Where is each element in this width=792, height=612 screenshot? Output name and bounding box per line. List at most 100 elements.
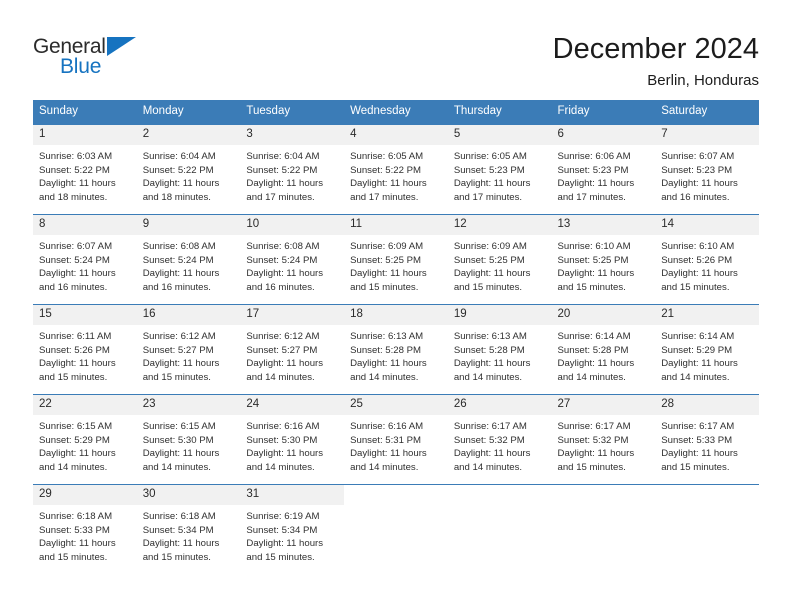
daylight-text-line1: Daylight: 11 hours bbox=[557, 268, 635, 280]
day-cell[interactable]: 20 Sunrise: 6:14 AM Sunset: 5:28 PM Dayl… bbox=[551, 304, 656, 395]
day-cell[interactable]: 24 Sunrise: 6:16 AM Sunset: 5:30 PM Dayl… bbox=[240, 394, 345, 485]
day-details: Sunrise: 6:16 AM Sunset: 5:30 PM Dayligh… bbox=[240, 415, 344, 474]
sunrise-text: Sunrise: 6:18 AM bbox=[39, 511, 113, 522]
day-cell[interactable]: 16 Sunrise: 6:12 AM Sunset: 5:27 PM Dayl… bbox=[136, 304, 241, 395]
day-details: Sunrise: 6:15 AM Sunset: 5:30 PM Dayligh… bbox=[137, 415, 241, 474]
day-cell[interactable]: 26 Sunrise: 6:17 AM Sunset: 5:32 PM Dayl… bbox=[447, 394, 552, 485]
sunset-text: Sunset: 5:25 PM bbox=[453, 254, 525, 266]
sunset-text: Sunset: 5:23 PM bbox=[557, 164, 629, 176]
daylight-text-line2: and 14 minutes. bbox=[661, 371, 730, 383]
day-cell[interactable]: 19 Sunrise: 6:13 AM Sunset: 5:28 PM Dayl… bbox=[447, 304, 552, 395]
day-details: Sunrise: 6:11 AM Sunset: 5:26 PM Dayligh… bbox=[33, 325, 137, 384]
day-cell[interactable]: 2 Sunrise: 6:04 AM Sunset: 5:22 PM Dayli… bbox=[136, 124, 241, 215]
sunrise-text: Sunrise: 6:07 AM bbox=[39, 241, 113, 252]
generalblue-logo[interactable]: General Blue bbox=[33, 30, 153, 86]
sunrise-text: Sunrise: 6:08 AM bbox=[142, 241, 216, 252]
weekday-header-saturday: Saturday bbox=[655, 100, 759, 125]
sunset-text: Sunset: 5:32 PM bbox=[453, 434, 525, 446]
day-details: Sunrise: 6:06 AM Sunset: 5:23 PM Dayligh… bbox=[552, 145, 656, 204]
daylight-text-line1: Daylight: 11 hours bbox=[246, 358, 324, 370]
day-cell[interactable]: 5 Sunrise: 6:05 AM Sunset: 5:23 PM Dayli… bbox=[447, 124, 552, 215]
sunrise-text: Sunrise: 6:14 AM bbox=[661, 331, 735, 342]
day-cell[interactable]: 6 Sunrise: 6:06 AM Sunset: 5:23 PM Dayli… bbox=[551, 124, 656, 215]
day-cell[interactable]: 4 Sunrise: 6:05 AM Sunset: 5:22 PM Dayli… bbox=[344, 124, 448, 215]
sunset-text: Sunset: 5:28 PM bbox=[453, 344, 525, 356]
sunrise-text: Sunrise: 6:16 AM bbox=[350, 421, 424, 432]
day-cell[interactable]: 21 Sunrise: 6:14 AM Sunset: 5:29 PM Dayl… bbox=[655, 304, 759, 395]
daylight-text-line2: and 15 minutes. bbox=[557, 461, 626, 473]
day-cell[interactable]: 18 Sunrise: 6:13 AM Sunset: 5:28 PM Dayl… bbox=[344, 304, 448, 395]
day-cell[interactable]: 8 Sunrise: 6:07 AM Sunset: 5:24 PM Dayli… bbox=[33, 214, 137, 305]
day-cell[interactable]: 9 Sunrise: 6:08 AM Sunset: 5:24 PM Dayli… bbox=[136, 214, 241, 305]
daylight-text-line2: and 15 minutes. bbox=[39, 551, 108, 563]
day-cell[interactable]: 22 Sunrise: 6:15 AM Sunset: 5:29 PM Dayl… bbox=[33, 394, 137, 485]
sunrise-text: Sunrise: 6:03 AM bbox=[39, 151, 113, 162]
sunrise-sunset-calendar: Sunday Monday Tuesday Wednesday Thursday… bbox=[33, 100, 759, 574]
sunset-text: Sunset: 5:27 PM bbox=[142, 344, 214, 356]
day-number: 5 bbox=[447, 125, 552, 145]
sunset-text: Sunset: 5:30 PM bbox=[142, 434, 214, 446]
day-details: Sunrise: 6:08 AM Sunset: 5:24 PM Dayligh… bbox=[137, 235, 241, 294]
day-number: 17 bbox=[240, 305, 345, 325]
day-cell[interactable]: 25 Sunrise: 6:16 AM Sunset: 5:31 PM Dayl… bbox=[344, 394, 448, 485]
weekday-header-tuesday: Tuesday bbox=[240, 100, 345, 125]
day-cell[interactable]: 7 Sunrise: 6:07 AM Sunset: 5:23 PM Dayli… bbox=[655, 124, 759, 215]
sunrise-text: Sunrise: 6:15 AM bbox=[39, 421, 113, 432]
day-details: Sunrise: 6:07 AM Sunset: 5:23 PM Dayligh… bbox=[655, 145, 759, 204]
day-details: Sunrise: 6:17 AM Sunset: 5:33 PM Dayligh… bbox=[655, 415, 759, 474]
day-cell[interactable]: 17 Sunrise: 6:12 AM Sunset: 5:27 PM Dayl… bbox=[240, 304, 345, 395]
day-cell[interactable]: 31 Sunrise: 6:19 AM Sunset: 5:34 PM Dayl… bbox=[240, 484, 345, 574]
day-number: 26 bbox=[447, 395, 552, 415]
daylight-text-line2: and 17 minutes. bbox=[557, 191, 626, 203]
day-cell[interactable]: 10 Sunrise: 6:08 AM Sunset: 5:24 PM Dayl… bbox=[240, 214, 345, 305]
day-details: Sunrise: 6:17 AM Sunset: 5:32 PM Dayligh… bbox=[552, 415, 656, 474]
daylight-text-line1: Daylight: 11 hours bbox=[142, 268, 220, 280]
day-details: Sunrise: 6:14 AM Sunset: 5:28 PM Dayligh… bbox=[552, 325, 656, 384]
day-details: Sunrise: 6:12 AM Sunset: 5:27 PM Dayligh… bbox=[137, 325, 241, 384]
daylight-text-line1: Daylight: 11 hours bbox=[246, 538, 324, 550]
weekday-header-wednesday: Wednesday bbox=[344, 100, 448, 125]
day-cell[interactable]: 3 Sunrise: 6:04 AM Sunset: 5:22 PM Dayli… bbox=[240, 124, 345, 215]
daylight-text-line2: and 14 minutes. bbox=[453, 371, 523, 383]
day-cell[interactable]: 27 Sunrise: 6:17 AM Sunset: 5:32 PM Dayl… bbox=[551, 394, 656, 485]
day-cell-empty bbox=[447, 484, 552, 574]
daylight-text-line1: Daylight: 11 hours bbox=[142, 178, 220, 190]
weekday-header-thursday: Thursday bbox=[447, 100, 552, 125]
day-cell[interactable]: 30 Sunrise: 6:18 AM Sunset: 5:34 PM Dayl… bbox=[136, 484, 241, 574]
day-cell[interactable]: 28 Sunrise: 6:17 AM Sunset: 5:33 PM Dayl… bbox=[655, 394, 759, 485]
day-number: 1 bbox=[33, 125, 137, 145]
daylight-text-line2: and 15 minutes. bbox=[453, 281, 523, 293]
sunset-text: Sunset: 5:24 PM bbox=[39, 254, 110, 266]
day-cell[interactable]: 11 Sunrise: 6:09 AM Sunset: 5:25 PM Dayl… bbox=[344, 214, 448, 305]
daylight-text-line2: and 17 minutes. bbox=[453, 191, 523, 203]
day-details: Sunrise: 6:05 AM Sunset: 5:22 PM Dayligh… bbox=[344, 145, 448, 204]
day-number: 25 bbox=[344, 395, 448, 415]
calendar-header-row: Sunday Monday Tuesday Wednesday Thursday… bbox=[33, 100, 759, 125]
day-cell[interactable]: 29 Sunrise: 6:18 AM Sunset: 5:33 PM Dayl… bbox=[33, 484, 137, 574]
daylight-text-line2: and 16 minutes. bbox=[39, 281, 108, 293]
daylight-text-line2: and 18 minutes. bbox=[39, 191, 108, 203]
day-number: 10 bbox=[240, 215, 345, 235]
day-details: Sunrise: 6:09 AM Sunset: 5:25 PM Dayligh… bbox=[344, 235, 448, 294]
sunset-text: Sunset: 5:22 PM bbox=[142, 164, 214, 176]
day-cell[interactable]: 15 Sunrise: 6:11 AM Sunset: 5:26 PM Dayl… bbox=[33, 304, 137, 395]
day-cell[interactable]: 14 Sunrise: 6:10 AM Sunset: 5:26 PM Dayl… bbox=[655, 214, 759, 305]
daylight-text-line1: Daylight: 11 hours bbox=[246, 178, 324, 190]
day-cell[interactable]: 23 Sunrise: 6:15 AM Sunset: 5:30 PM Dayl… bbox=[136, 394, 241, 485]
sunset-text: Sunset: 5:24 PM bbox=[246, 254, 318, 266]
daylight-text-line1: Daylight: 11 hours bbox=[453, 358, 531, 370]
daylight-text-line2: and 14 minutes. bbox=[453, 461, 523, 473]
sunrise-text: Sunrise: 6:11 AM bbox=[39, 331, 112, 342]
sunset-text: Sunset: 5:23 PM bbox=[453, 164, 525, 176]
day-details: Sunrise: 6:15 AM Sunset: 5:29 PM Dayligh… bbox=[33, 415, 137, 474]
daylight-text-line2: and 16 minutes. bbox=[661, 191, 730, 203]
day-number: 2 bbox=[136, 125, 241, 145]
daylight-text-line2: and 14 minutes. bbox=[350, 371, 419, 383]
sunrise-text: Sunrise: 6:13 AM bbox=[350, 331, 424, 342]
day-cell[interactable]: 1 Sunrise: 6:03 AM Sunset: 5:22 PM Dayli… bbox=[33, 124, 137, 215]
sunset-text: Sunset: 5:28 PM bbox=[350, 344, 422, 356]
day-number: 24 bbox=[240, 395, 345, 415]
day-cell[interactable]: 13 Sunrise: 6:10 AM Sunset: 5:25 PM Dayl… bbox=[551, 214, 656, 305]
day-cell[interactable]: 12 Sunrise: 6:09 AM Sunset: 5:25 PM Dayl… bbox=[447, 214, 552, 305]
sunset-text: Sunset: 5:27 PM bbox=[246, 344, 318, 356]
